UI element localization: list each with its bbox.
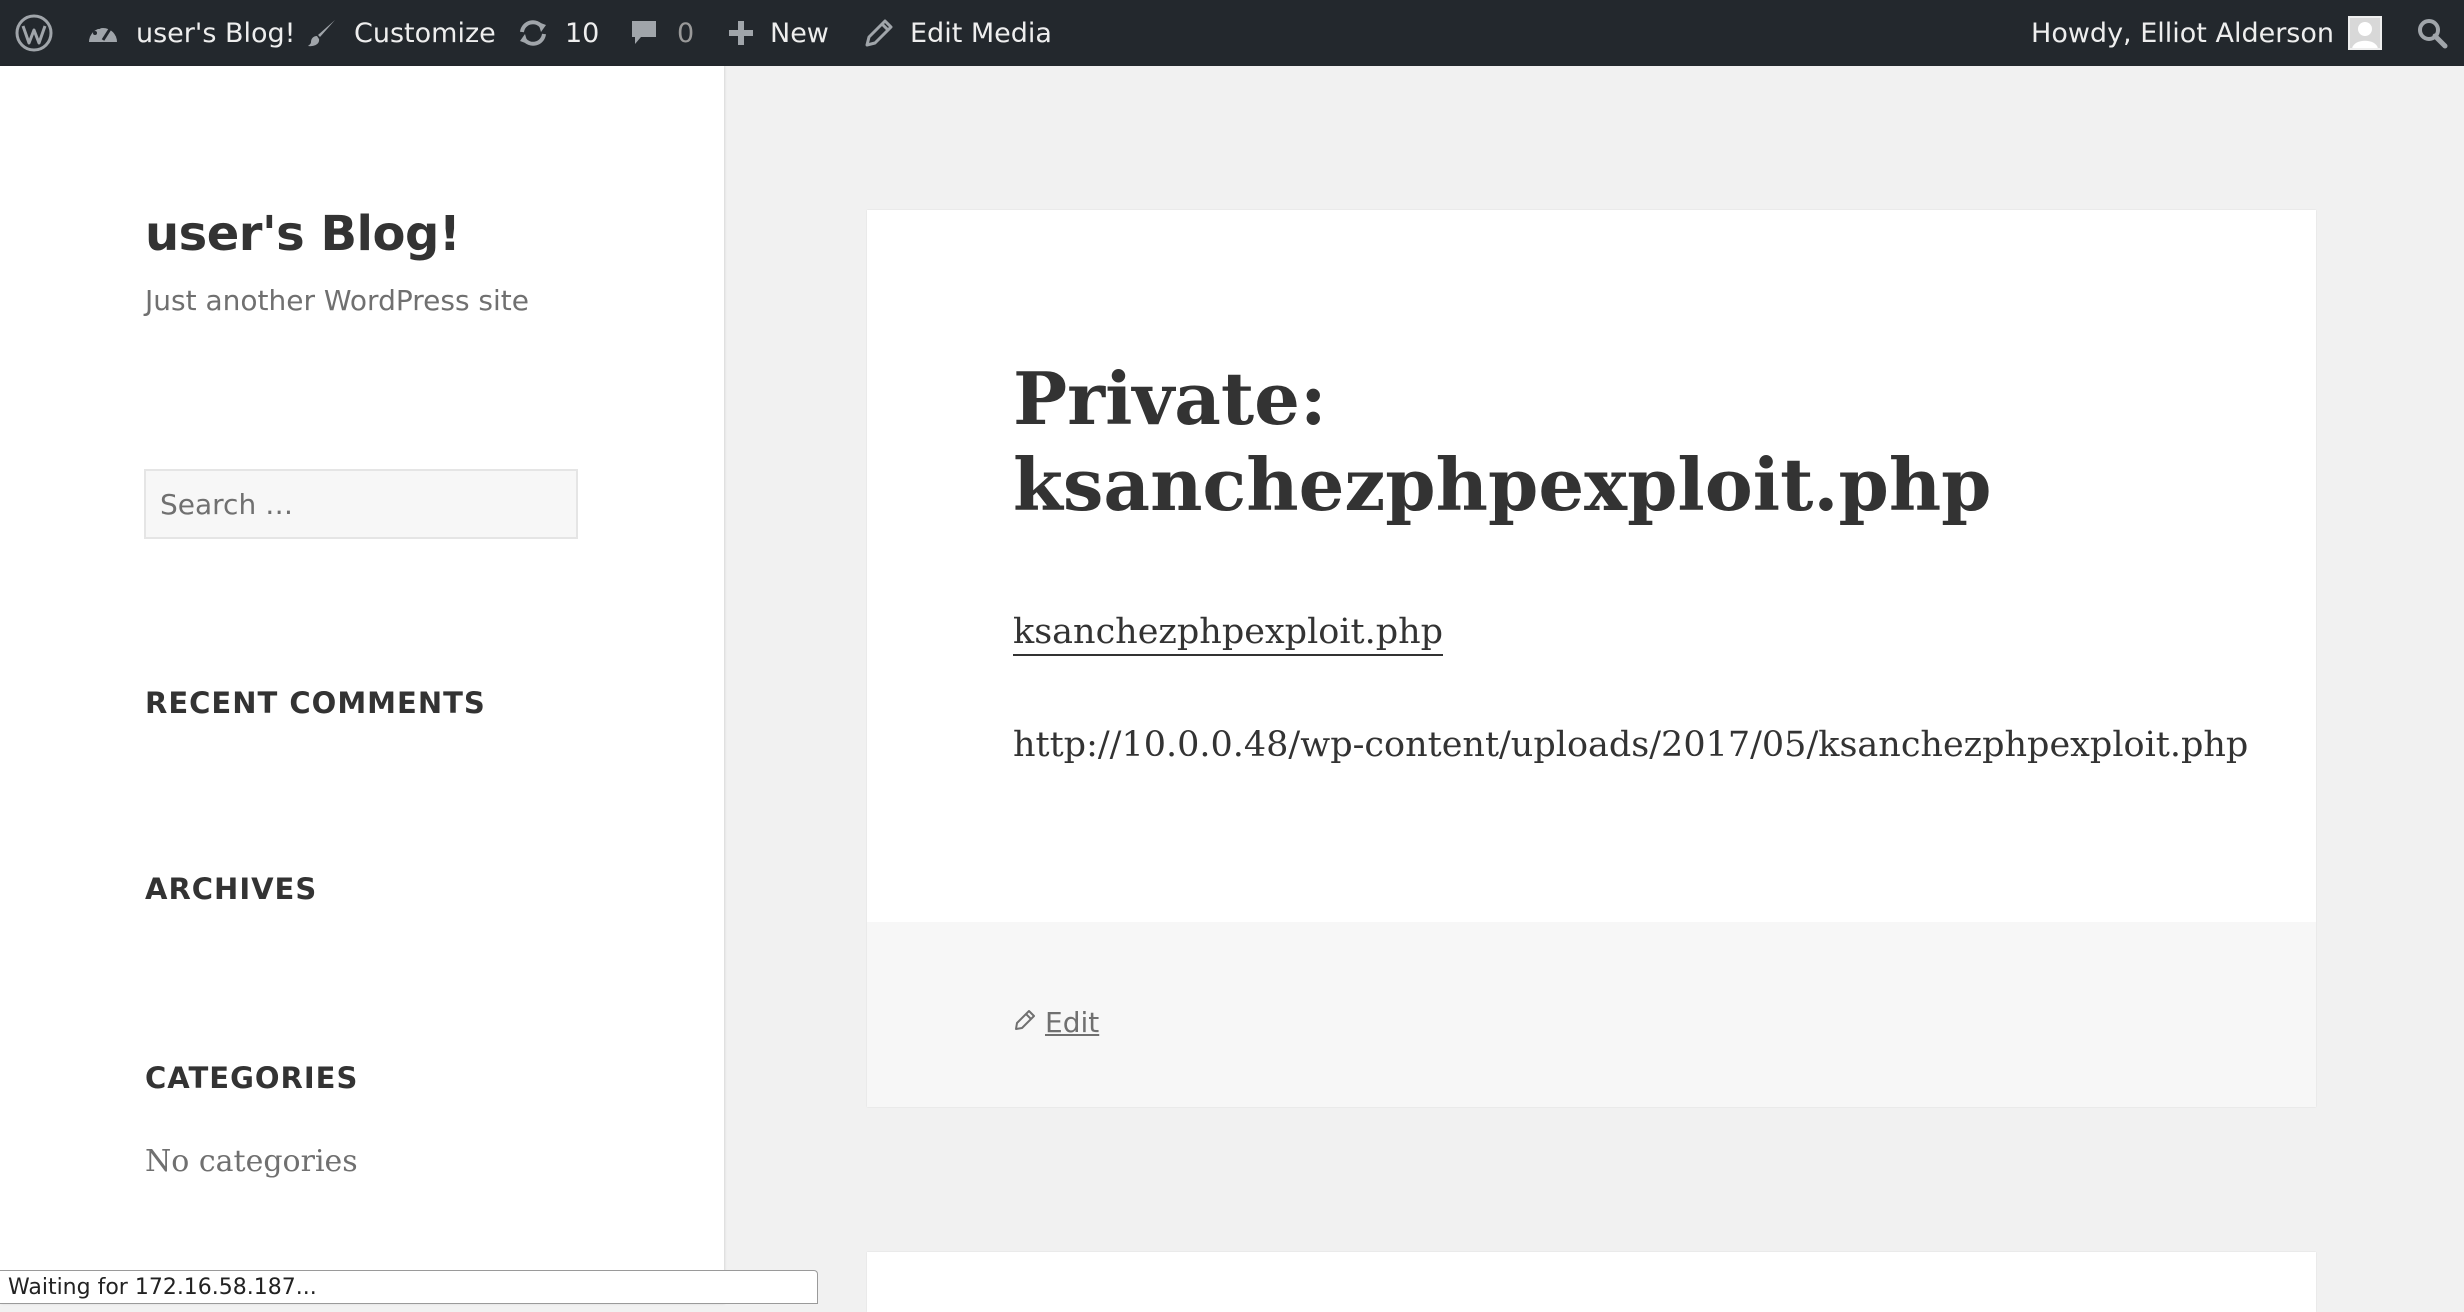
recent-comments-heading: RECENT COMMENTS — [145, 686, 486, 720]
adminbar-search[interactable] — [2416, 0, 2448, 66]
site-name-label: user's Blog! — [136, 17, 296, 49]
new-label: New — [770, 17, 829, 49]
updates-icon — [517, 18, 549, 48]
site-description: Just another WordPress site — [145, 284, 530, 317]
avatar — [2348, 16, 2382, 50]
no-categories-text: No categories — [145, 1144, 358, 1179]
edit-post-link[interactable]: Edit — [1013, 1006, 1099, 1039]
browser-status-bar: Waiting for 172.16.58.187... — [0, 1270, 818, 1304]
post-title-prefix: Private: — [1013, 356, 1327, 441]
post-title-name: ksanchezphpexploit.php — [1013, 442, 1992, 527]
search-icon — [2416, 17, 2448, 49]
my-account-menu[interactable]: Howdy, Elliot Alderson — [2031, 0, 2382, 66]
post-card: Private: ksanchezphpexploit.php ksanchez… — [867, 210, 2316, 1107]
wordpress-menu[interactable] — [14, 0, 54, 66]
pencil-icon — [864, 18, 894, 48]
howdy-label: Howdy, Elliot Alderson — [2031, 17, 2334, 49]
next-post-card — [867, 1252, 2316, 1312]
edit-label: Edit — [1045, 1006, 1100, 1039]
categories-heading: CATEGORIES — [145, 1061, 359, 1095]
edit-media-link[interactable]: Edit Media — [864, 0, 1052, 66]
updates-count: 10 — [565, 17, 600, 49]
customize-label: Customize — [354, 17, 496, 49]
search-input[interactable] — [144, 469, 578, 539]
entry-footer: Edit — [867, 922, 2316, 1107]
updates-link[interactable]: 10 — [517, 0, 599, 66]
paintbrush-icon — [306, 17, 338, 49]
attachment-url-text: http://10.0.0.48/wp-content/uploads/2017… — [1013, 725, 2249, 765]
dashboard-icon — [86, 18, 120, 48]
plus-icon — [728, 20, 754, 46]
new-content-menu[interactable]: New — [728, 0, 829, 66]
sidebar: user's Blog! Just another WordPress site… — [0, 66, 724, 1304]
comment-icon — [629, 18, 659, 48]
site-name-menu[interactable]: user's Blog! — [86, 0, 295, 66]
customize-link[interactable]: Customize — [306, 0, 496, 66]
attachment-link[interactable]: ksanchezphpexploit.php — [1013, 612, 1444, 656]
wordpress-logo-icon — [14, 13, 54, 53]
pencil-icon — [1013, 1006, 1037, 1039]
archives-heading: ARCHIVES — [145, 872, 318, 906]
comments-count: 0 — [677, 17, 695, 49]
comments-link[interactable]: 0 — [629, 0, 694, 66]
edit-media-label: Edit Media — [910, 17, 1052, 49]
post-title: Private: ksanchezphpexploit.php — [1013, 356, 2213, 528]
site-title[interactable]: user's Blog! — [145, 206, 461, 262]
admin-bar: user's Blog! Customize 10 0 New Edit Med… — [0, 0, 2464, 66]
